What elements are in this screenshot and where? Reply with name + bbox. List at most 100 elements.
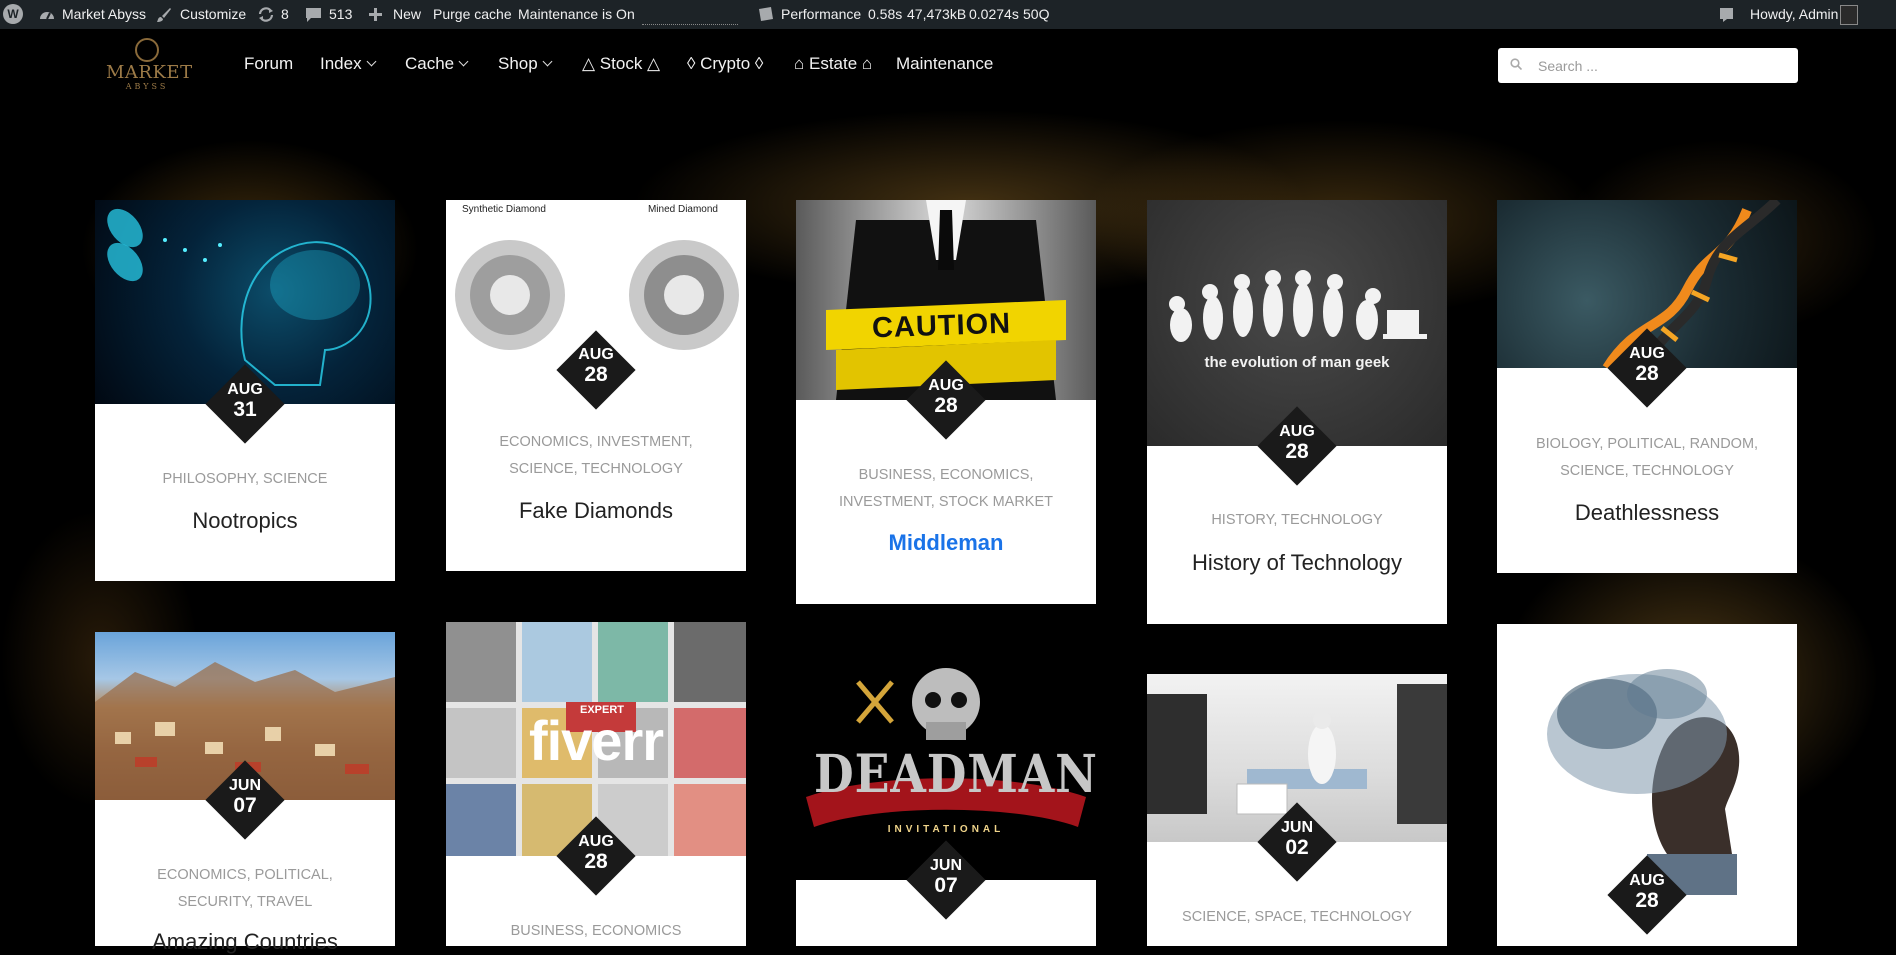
admin-performance[interactable]: Performance xyxy=(781,0,861,29)
post-title[interactable]: Nootropics xyxy=(105,508,385,534)
date-text: JUN 02 xyxy=(1257,819,1337,859)
search-icon xyxy=(1510,58,1522,70)
post-card-history-of-technology[interactable]: the evolution of man geek AUG 28 HISTORY… xyxy=(1147,200,1447,624)
nav-estate[interactable]: ⌂ Estate ⌂ xyxy=(794,52,872,76)
plus-icon xyxy=(369,8,382,21)
post-categories[interactable]: ECONOMICS, POLITICAL, SECURITY, TRAVEL xyxy=(115,862,375,916)
post-card-amazing-countries[interactable]: JUN 07 ECONOMICS, POLITICAL, SECURITY, T… xyxy=(95,632,395,954)
thumb-caption: the evolution of man geek xyxy=(1204,354,1390,371)
perf-time[interactable]: 0.58s xyxy=(868,0,902,29)
post-categories[interactable]: BIOLOGY, POLITICAL, RANDOM, SCIENCE, TEC… xyxy=(1517,431,1777,485)
categories-line: INVESTMENT, STOCK MARKET xyxy=(838,494,1054,510)
post-title[interactable]: Deathlessness xyxy=(1507,500,1787,526)
date-month: JUN xyxy=(228,777,261,794)
post-title[interactable]: History of Technology xyxy=(1157,550,1437,576)
nav-label: Shop xyxy=(498,54,538,73)
date-text: AUG 28 xyxy=(1607,872,1687,912)
date-day: 28 xyxy=(584,363,608,386)
admin-purge-cache[interactable]: Purge cache xyxy=(433,0,512,29)
nav-label: Cache xyxy=(405,54,455,73)
admin-updates-count[interactable]: 8 xyxy=(281,0,289,29)
post-categories[interactable]: HISTORY, TECHNOLOGY xyxy=(1167,507,1427,534)
post-categories[interactable]: ECONOMICS, INVESTMENT, SCIENCE, TECHNOLO… xyxy=(466,429,726,483)
nav-label: Index xyxy=(320,54,362,73)
admin-maintenance[interactable]: Maintenance is On xyxy=(518,0,635,29)
perf-memory[interactable]: 47,473kB xyxy=(907,0,966,29)
date-day: 28 xyxy=(1285,440,1309,463)
post-title[interactable]: Fake Diamonds xyxy=(456,498,736,524)
notes-icon[interactable] xyxy=(1718,6,1735,23)
date-month: AUG xyxy=(578,346,614,363)
post-card-fiverr[interactable]: EXPERT fiverr AUG 28 BUSINESS, ECONOMICS xyxy=(446,622,746,946)
perf-queries[interactable]: 50Q xyxy=(1023,0,1049,29)
date-text: JUN 07 xyxy=(906,857,986,897)
site-logo[interactable]: MARKET ABYSS xyxy=(106,38,192,98)
post-card-fake-diamonds[interactable]: Synthetic Diamond Mined Diamond AUG 28 E… xyxy=(446,200,746,571)
date-day: 07 xyxy=(934,874,958,897)
post-card-deadman[interactable]: DEADMAN INVITATIONAL JUN 07 xyxy=(796,622,1096,946)
categories-line: PHILOSOPHY, SCIENCE xyxy=(162,471,328,487)
post-card-profile[interactable]: AUG 28 xyxy=(1497,624,1797,946)
date-text: AUG 28 xyxy=(556,833,636,873)
search-input[interactable] xyxy=(1536,54,1790,78)
post-card-nootropics[interactable]: AUG 31 PHILOSOPHY, SCIENCE Nootropics xyxy=(95,200,395,581)
admin-new[interactable]: New xyxy=(393,0,421,29)
admin-site-name[interactable]: Market Abyss xyxy=(62,0,146,29)
categories-line: SECURITY, TRAVEL xyxy=(177,894,313,910)
nav-shop[interactable]: Shop xyxy=(498,52,553,76)
nav-stock[interactable]: △ Stock △ xyxy=(582,52,660,76)
post-card-deathlessness[interactable]: AUG 28 BIOLOGY, POLITICAL, RANDOM, SCIEN… xyxy=(1497,200,1797,573)
date-month: AUG xyxy=(1629,872,1665,889)
nav-crypto[interactable]: ◊ Crypto ◊ xyxy=(687,52,763,76)
updates-icon xyxy=(258,7,274,22)
date-month: AUG xyxy=(227,381,263,398)
post-categories[interactable]: SCIENCE, SPACE, TECHNOLOGY xyxy=(1167,904,1427,931)
wordpress-logo-icon[interactable] xyxy=(3,4,23,24)
nav-cache[interactable]: Cache xyxy=(405,52,469,76)
date-day: 28 xyxy=(1635,362,1659,385)
categories-line: HISTORY, TECHNOLOGY xyxy=(1211,512,1383,528)
comment-icon xyxy=(306,8,321,22)
post-title[interactable]: Middleman xyxy=(806,530,1086,556)
date-day: 28 xyxy=(934,394,958,417)
thumb-fiverr-wordmark: fiverr xyxy=(528,709,664,772)
categories-line: ECONOMICS, POLITICAL, xyxy=(157,867,333,883)
date-text: AUG 28 xyxy=(906,377,986,417)
thumb-deadman-wordmark: DEADMAN xyxy=(814,744,1096,805)
admin-comments-count[interactable]: 513 xyxy=(329,0,352,29)
post-categories[interactable]: PHILOSOPHY, SCIENCE xyxy=(115,466,375,493)
admin-greeting[interactable]: Howdy, Admin xyxy=(1750,0,1838,29)
date-text: AUG 28 xyxy=(1257,423,1337,463)
admin-bar: Market Abyss Customize 8 513 New Purge c… xyxy=(0,0,1896,29)
date-text: AUG 28 xyxy=(1607,345,1687,385)
nav-index[interactable]: Index xyxy=(320,52,377,76)
avatar-icon[interactable] xyxy=(1840,5,1858,25)
chevron-down-icon xyxy=(366,56,377,67)
nav-label: ◊ Crypto ◊ xyxy=(687,54,764,73)
date-day: 02 xyxy=(1285,836,1309,859)
admin-customize[interactable]: Customize xyxy=(180,0,246,29)
thumb-label-mined: Mined Diamond xyxy=(647,204,718,215)
thumb-label-synthetic: Synthetic Diamond xyxy=(462,204,546,215)
logo-subtext: ABYSS xyxy=(125,82,169,91)
perf-db-time[interactable]: 0.0274s xyxy=(969,0,1019,29)
date-day: 28 xyxy=(1635,889,1659,912)
post-card-middleman[interactable]: CAUTION AUG 28 BUSINESS, ECONOMICS, INVE… xyxy=(796,200,1096,604)
nav-label: Forum xyxy=(244,54,294,73)
nav-forum[interactable]: Forum xyxy=(244,52,293,76)
categories-line: SCIENCE, TECHNOLOGY xyxy=(1560,463,1734,479)
thumb-invitational-text: INVITATIONAL xyxy=(887,824,1005,835)
date-text: AUG 28 xyxy=(556,346,636,386)
nav-maintenance[interactable]: Maintenance xyxy=(896,52,993,76)
dissolving-head-illustration xyxy=(1547,669,1740,895)
date-text: JUN 07 xyxy=(205,777,285,817)
date-day: 31 xyxy=(233,398,257,421)
post-categories[interactable]: BUSINESS, ECONOMICS xyxy=(466,918,726,945)
post-title[interactable]: Amazing Countries xyxy=(105,929,385,955)
post-thumbnail[interactable] xyxy=(1497,624,1797,895)
categories-line: BUSINESS, ECONOMICS xyxy=(510,923,682,939)
admin-empty-field[interactable] xyxy=(642,24,738,25)
post-categories[interactable]: BUSINESS, ECONOMICS, INVESTMENT, STOCK M… xyxy=(816,462,1076,516)
date-day: 28 xyxy=(584,850,608,873)
post-card-laboratory[interactable]: JUN 02 SCIENCE, SPACE, TECHNOLOGY xyxy=(1147,674,1447,946)
